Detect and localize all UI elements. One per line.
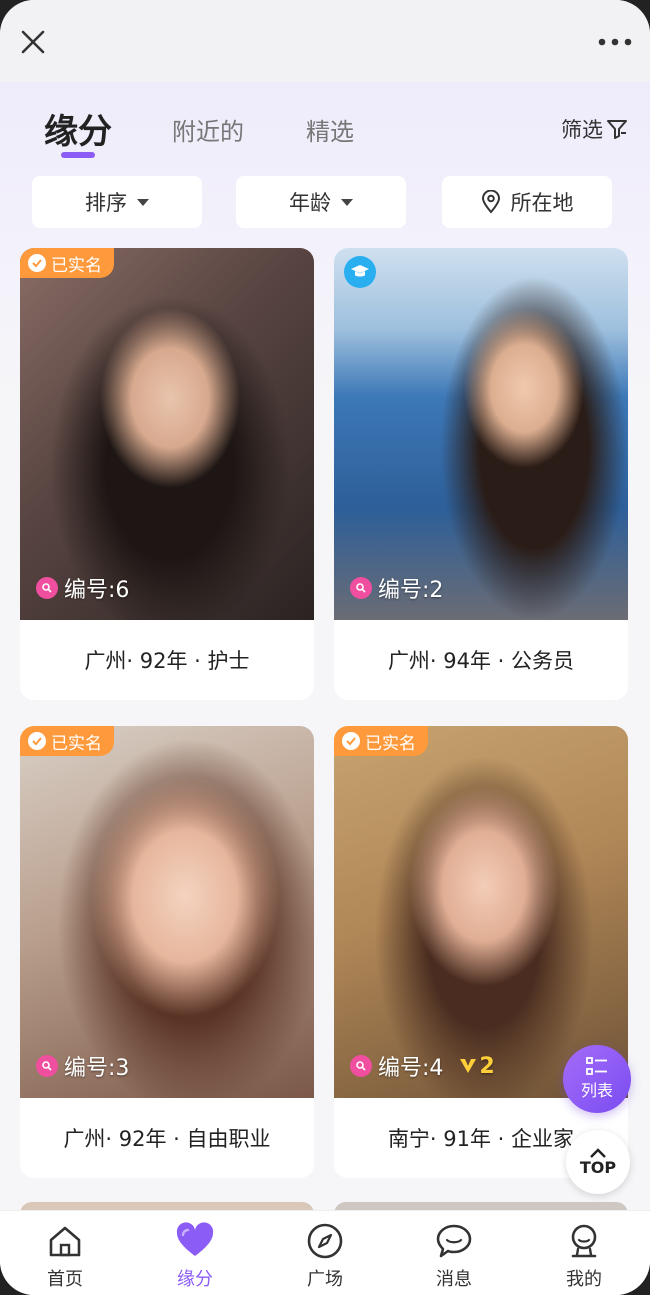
location-pin-icon <box>481 190 500 214</box>
verified-badge: 已实名 <box>20 726 114 756</box>
close-icon[interactable] <box>18 27 48 57</box>
nav-square[interactable]: 广场 <box>275 1221 375 1291</box>
compass-icon <box>307 1223 343 1259</box>
location-label: 所在地 <box>510 191 574 215</box>
tab-yuanfen[interactable]: 缘分 <box>44 104 112 153</box>
phone-screen: 缘分 附近的 精选 筛选 排序 年龄 所在地 已实名 编号:6 广州· 92年 … <box>0 0 650 1295</box>
sort-label: 排序 <box>85 191 127 215</box>
top-tabs: 缘分 附近的 精选 筛选 <box>0 100 650 160</box>
profile-card[interactable]: 已实名 编号:6 广州· 92年 · 护士 <box>20 248 314 700</box>
list-view-button[interactable]: 列表 <box>563 1045 631 1113</box>
nav-profile[interactable]: 我的 <box>534 1221 634 1291</box>
profile-photo <box>334 726 628 1098</box>
profile-id-tag: 编号:2 <box>350 572 443 604</box>
verified-label: 已实名 <box>51 733 102 754</box>
age-label: 年龄 <box>289 191 331 215</box>
nav-messages[interactable]: 消息 <box>404 1221 504 1291</box>
verified-badge: 已实名 <box>20 248 114 278</box>
profile-id: 编号:3 <box>64 1056 130 1081</box>
nav-yuanfen-label: 缘分 <box>177 1269 213 1290</box>
profile-photo <box>20 248 314 620</box>
profile-id-tag: 编号:4 2 <box>350 1050 495 1082</box>
profile-photo <box>334 248 628 620</box>
nav-square-label: 广场 <box>307 1269 343 1290</box>
profile-card[interactable]: 编号:2 广州· 94年 · 公务员 <box>334 248 628 700</box>
tab-featured[interactable]: 精选 <box>306 112 354 147</box>
verified-label: 已实名 <box>51 255 102 276</box>
search-badge-icon <box>350 1055 372 1077</box>
vip-level: 2 <box>479 1053 495 1079</box>
verified-label: 已实名 <box>365 733 416 754</box>
search-badge-icon <box>350 577 372 599</box>
vip-badge: 2 <box>459 1053 495 1079</box>
filter-icon <box>607 120 627 139</box>
back-to-top-button[interactable]: TOP <box>566 1130 630 1194</box>
profile-id: 编号:6 <box>64 578 130 603</box>
profile-caption: 广州· 94年 · 公务员 <box>387 649 575 673</box>
search-badge-icon <box>36 577 58 599</box>
nav-profile-label: 我的 <box>566 1269 602 1290</box>
filter-label: 筛选 <box>561 118 603 142</box>
heart-icon <box>176 1222 214 1256</box>
profile-photo <box>20 726 314 1098</box>
chevron-down-icon <box>137 198 149 206</box>
home-icon <box>49 1226 81 1257</box>
verified-badge: 已实名 <box>334 726 428 756</box>
check-circle-icon <box>342 732 360 750</box>
nav-yuanfen[interactable]: 缘分 <box>145 1221 245 1291</box>
profile-caption: 广州· 92年 · 自由职业 <box>63 1127 271 1151</box>
location-button[interactable]: 所在地 <box>442 176 612 228</box>
tab-underline <box>61 152 95 158</box>
profile-id-tag: 编号:6 <box>36 572 129 604</box>
filter-button[interactable]: 筛选 <box>561 114 628 144</box>
profile-icon <box>571 1224 597 1258</box>
profile-caption: 广州· 92年 · 护士 <box>84 649 250 673</box>
profile-card[interactable]: 已实名 编号:3 广州· 92年 · 自由职业 <box>20 726 314 1178</box>
profile-id: 编号:2 <box>378 578 444 603</box>
sort-dropdown[interactable]: 排序 <box>32 176 202 228</box>
graduation-cap-icon <box>344 256 376 288</box>
profile-id: 编号:4 <box>378 1056 444 1081</box>
back-to-top-label: TOP <box>579 1157 617 1177</box>
bottom-nav: 首页 缘分 广场 消息 我的 <box>0 1210 650 1295</box>
list-view-label: 列表 <box>580 1081 613 1100</box>
more-icon[interactable] <box>598 38 632 46</box>
profile-id-tag: 编号:3 <box>36 1050 129 1082</box>
chevron-up-icon <box>590 1147 606 1158</box>
chat-bubble-icon <box>436 1224 472 1258</box>
title-bar <box>0 0 650 82</box>
list-icon <box>586 1057 607 1075</box>
vip-v-icon <box>460 1059 477 1073</box>
search-badge-icon <box>36 1055 58 1077</box>
check-circle-icon <box>28 254 46 272</box>
check-circle-icon <box>28 732 46 750</box>
filter-chips: 排序 年龄 所在地 <box>0 176 650 228</box>
age-dropdown[interactable]: 年龄 <box>236 176 406 228</box>
nav-messages-label: 消息 <box>436 1269 472 1290</box>
nav-home-label: 首页 <box>47 1269 83 1290</box>
nav-home[interactable]: 首页 <box>15 1221 115 1291</box>
chevron-down-icon <box>341 198 353 206</box>
tab-nearby[interactable]: 附近的 <box>172 112 244 147</box>
